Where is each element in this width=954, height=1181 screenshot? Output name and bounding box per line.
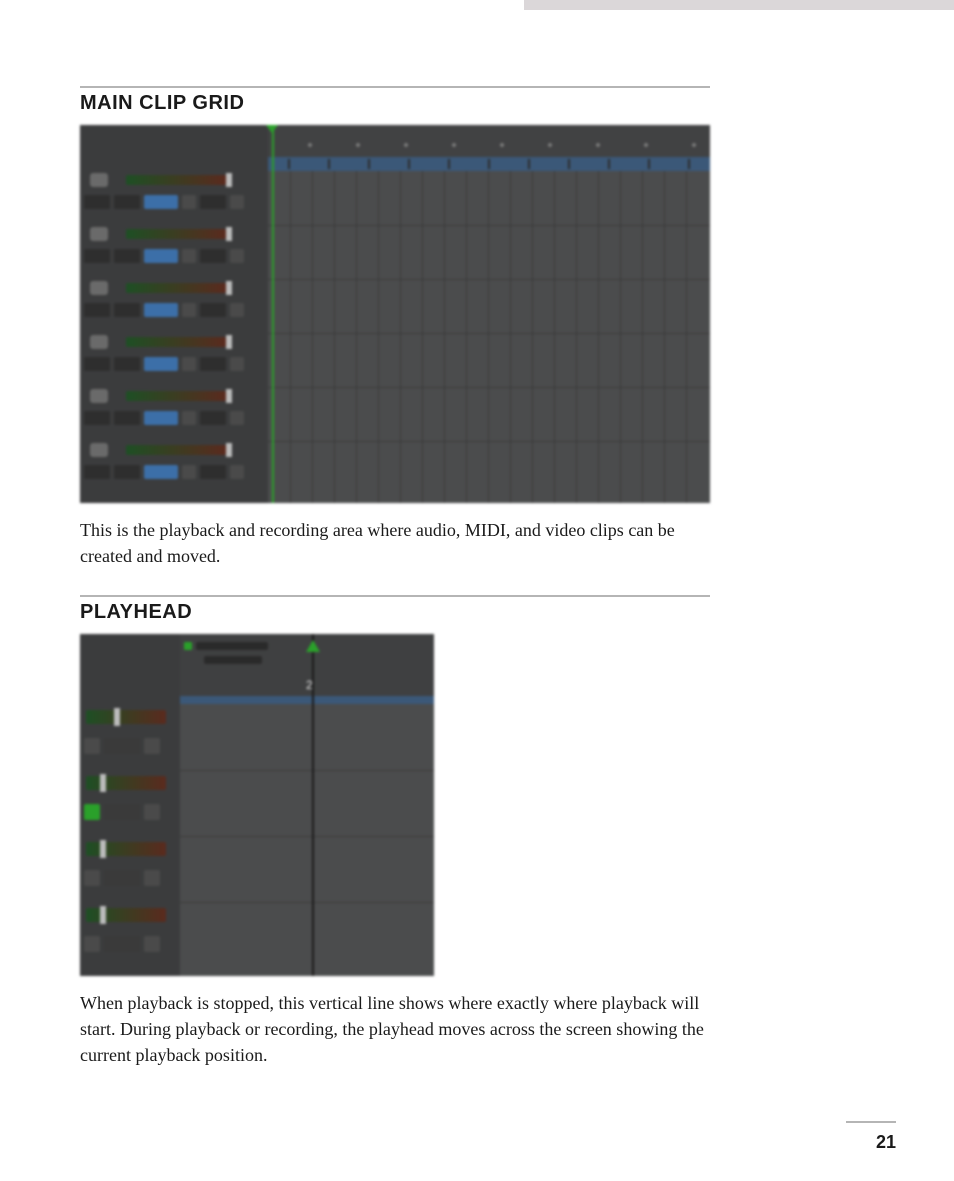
lock-icon [184,642,192,650]
playhead-marker-icon [266,125,278,133]
horizontal-rule [80,595,710,597]
clip-grid-area [180,704,434,976]
track-header [80,225,268,279]
header-start-label [196,642,268,650]
page-content: MAIN CLIP GRID [80,86,710,1068]
playhead-line [272,125,274,503]
section-title-main-clip-grid: MAIN CLIP GRID [80,92,710,115]
page: MAIN CLIP GRID [0,0,954,1181]
track-header [80,333,268,387]
horizontal-rule [80,86,710,88]
header-stripe [524,0,954,10]
header-tempo-label [204,656,262,664]
screenshot-main-clip-grid [80,125,710,503]
timeline-ruler [268,157,710,171]
track-header [80,836,180,902]
bar-number-label: 2 [306,678,316,690]
screenshot-playhead: 2 [80,634,434,976]
playhead-line [312,634,314,976]
page-number-rule [846,1121,896,1123]
page-number: 21 [876,1132,896,1153]
track-header [80,441,268,495]
section-caption: When playback is stopped, this vertical … [80,990,710,1068]
track-header [80,387,268,441]
clip-grid-area [268,171,710,503]
section-title-playhead: PLAYHEAD [80,601,710,624]
track-header [80,770,180,836]
playhead-marker-icon [306,640,320,652]
section-caption: This is the playback and recording area … [80,517,710,569]
track-header [80,902,180,968]
track-header [80,171,268,225]
timeline-ruler-top [268,125,710,157]
track-header [80,279,268,333]
track-header [80,704,180,770]
timeline-ruler [180,696,434,704]
